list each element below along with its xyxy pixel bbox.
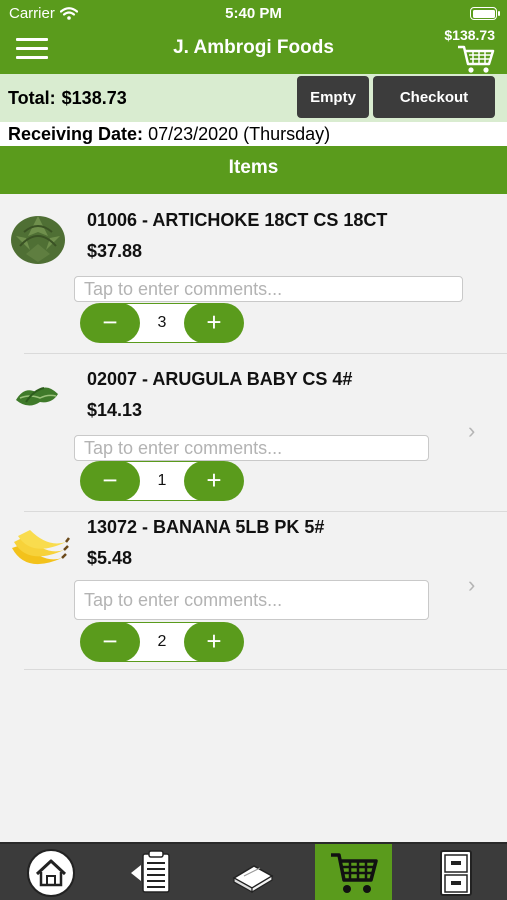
order-total: Total: $138.73 <box>8 88 127 109</box>
cart-item[interactable]: 01006 - ARTICHOKE 18CT CS 18CT $37.88 − … <box>0 194 507 353</box>
bottom-tab-bar <box>0 842 507 900</box>
cart-total[interactable]: $138.73 <box>444 27 495 43</box>
cart-icon <box>330 853 378 893</box>
battery-icon <box>470 7 500 20</box>
receiving-date-label: Receiving Date: <box>8 124 144 144</box>
app-header: Carrier 5:40 PM J. Ambrogi Foods $138.73 <box>0 0 507 74</box>
artichoke-image <box>11 216 65 264</box>
tab-order-list[interactable] <box>101 844 202 900</box>
quantity-value[interactable]: 3 <box>140 303 184 343</box>
item-title: 01006 - ARTICHOKE 18CT CS 18CT <box>87 210 388 230</box>
catalog-book-icon <box>232 865 273 894</box>
arugula-image <box>16 387 58 406</box>
chevron-right-icon[interactable]: › <box>468 418 475 444</box>
quantity-stepper[interactable]: − 1 + <box>80 461 244 501</box>
checkout-button[interactable]: Checkout <box>373 76 495 118</box>
item-price: $5.48 <box>87 548 133 568</box>
increase-button[interactable]: + <box>184 461 244 501</box>
decrease-button[interactable]: − <box>80 303 140 343</box>
increase-button[interactable]: + <box>184 303 244 343</box>
total-value: $138.73 <box>61 88 127 108</box>
decrease-button[interactable]: − <box>80 461 140 501</box>
item-price: $37.88 <box>87 241 143 261</box>
tab-catalog[interactable] <box>202 844 303 900</box>
quantity-stepper[interactable]: − 2 + <box>80 622 244 662</box>
comment-input[interactable] <box>74 276 463 302</box>
receiving-date[interactable]: Receiving Date: 07/23/2020 (Thursday) <box>0 122 507 146</box>
cart-item-list[interactable]: 01006 - ARTICHOKE 18CT CS 18CT $37.88 − … <box>0 194 507 842</box>
order-list-icon <box>130 850 170 893</box>
page-title: J. Ambrogi Foods <box>173 37 334 58</box>
decrease-button[interactable]: − <box>80 622 140 662</box>
quantity-value[interactable]: 2 <box>140 622 184 662</box>
cart-icon[interactable] <box>457 44 495 74</box>
tab-file-cabinet[interactable] <box>404 844 507 900</box>
quantity-value[interactable]: 1 <box>140 461 184 501</box>
banana-image <box>12 530 70 565</box>
item-price: $14.13 <box>87 400 143 420</box>
cart-item[interactable]: 13072 - BANANA 5LB PK 5# $5.48 − 2 + › <box>0 512 507 669</box>
cart-item[interactable]: 02007 - ARUGULA BABY CS 4# $14.13 − 1 + … <box>0 354 507 511</box>
total-label: Total: <box>8 88 56 108</box>
row-divider <box>24 669 507 670</box>
quantity-stepper[interactable]: − 3 + <box>80 303 244 343</box>
items-section-header: Items <box>0 146 507 194</box>
home-icon <box>26 849 75 897</box>
chevron-right-icon[interactable]: › <box>468 572 475 598</box>
status-time: 5:40 PM <box>225 5 282 22</box>
item-title: 13072 - BANANA 5LB PK 5# <box>87 517 325 537</box>
item-title: 02007 - ARUGULA BABY CS 4# <box>87 369 353 389</box>
file-cabinet-icon <box>439 850 472 896</box>
comment-input[interactable] <box>74 435 429 461</box>
tab-cart[interactable] <box>315 844 392 900</box>
increase-button[interactable]: + <box>184 622 244 662</box>
tab-home[interactable] <box>0 844 101 900</box>
empty-button[interactable]: Empty <box>297 76 369 118</box>
receiving-date-value: 07/23/2020 (Thursday) <box>148 124 331 144</box>
comment-input[interactable] <box>74 580 429 620</box>
